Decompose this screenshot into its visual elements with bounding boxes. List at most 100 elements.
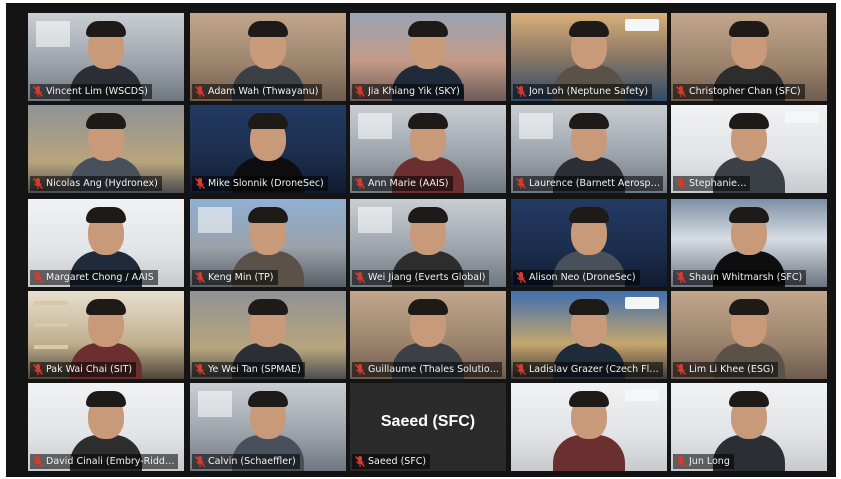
window-decoration	[198, 207, 232, 233]
participant-name: Nicolas Ang (Hydronex)	[46, 178, 158, 189]
mic-muted-icon	[354, 456, 366, 467]
participant-name: Lim Li Khee (ESG)	[689, 364, 774, 375]
mic-muted-icon	[194, 272, 206, 283]
mic-muted-icon	[515, 86, 527, 97]
participant-nameplate: Guillaume (Thales Solutio…	[352, 362, 502, 377]
participant-tile[interactable]: Jia Khiang Yik (SKY)	[350, 13, 506, 101]
video-grid: Vincent Lim (WSCDS) Adam Wah (Thwayanu) Ji…	[6, 3, 836, 477]
bookshelf-decoration	[34, 323, 68, 327]
mic-muted-icon	[675, 364, 687, 375]
participant-video-person	[552, 391, 626, 471]
participant-tile[interactable]: Pak Wai Chai (SIT)	[28, 291, 184, 379]
participant-name: David Cinali (Embry-Ridd…	[46, 456, 175, 467]
mic-muted-icon	[515, 272, 527, 283]
mic-muted-icon	[354, 86, 366, 97]
mic-muted-icon	[194, 364, 206, 375]
participant-nameplate: Calvin (Schaeffler)	[192, 454, 300, 469]
mic-muted-icon	[32, 178, 44, 189]
mic-muted-icon	[675, 272, 687, 283]
participant-nameplate: Ye Wei Tan (SPMAE)	[192, 362, 305, 377]
participant-name: Shaun Whitmarsh (SFC)	[689, 272, 803, 283]
participant-tile[interactable]: Ann Marie (AAIS)	[350, 105, 506, 193]
participant-nameplate: Nicolas Ang (Hydronex)	[30, 176, 162, 191]
participant-tile[interactable]	[511, 383, 667, 471]
participant-tile[interactable]: Stephanie…	[671, 105, 827, 193]
bookshelf-decoration	[34, 301, 68, 305]
participant-nameplate: Ann Marie (AAIS)	[352, 176, 453, 191]
mic-muted-icon	[515, 364, 527, 375]
participant-tile[interactable]: Ladislav Grazer (Czech Fl…	[511, 291, 667, 379]
mic-muted-icon	[32, 86, 44, 97]
participant-nameplate: Christopher Chan (SFC)	[673, 84, 805, 99]
participant-tile[interactable]: Wei Jiang (Everts Global)	[350, 199, 506, 287]
participant-nameplate: Pak Wai Chai (SIT)	[30, 362, 137, 377]
participant-nameplate: Mike Slonnik (DroneSec)	[192, 176, 328, 191]
participant-name: Pak Wai Chai (SIT)	[46, 364, 133, 375]
participant-name: Ladislav Grazer (Czech Fl…	[529, 364, 659, 375]
participant-nameplate: Jia Khiang Yik (SKY)	[352, 84, 464, 99]
mic-muted-icon	[32, 272, 44, 283]
participant-tile[interactable]: Vincent Lim (WSCDS)	[28, 13, 184, 101]
mic-muted-icon	[32, 456, 44, 467]
participant-tile[interactable]: Nicolas Ang (Hydronex)	[28, 105, 184, 193]
participant-nameplate: David Cinali (Embry-Ridd…	[30, 454, 179, 469]
participant-name: Saeed (SFC)	[368, 456, 427, 467]
participant-nameplate: Jun Long	[673, 454, 734, 469]
window-decoration	[198, 391, 232, 417]
participant-name: Calvin (Schaeffler)	[208, 456, 296, 467]
participant-name: Alison Neo (DroneSec)	[529, 272, 636, 283]
participant-name: Mike Slonnik (DroneSec)	[208, 178, 324, 189]
participant-nameplate: Stephanie…	[673, 176, 751, 191]
company-logo	[625, 297, 659, 309]
participant-nameplate: Lim Li Khee (ESG)	[673, 362, 778, 377]
mic-muted-icon	[354, 178, 366, 189]
participant-tile[interactable]: Jun Long	[671, 383, 827, 471]
participant-display-name: Saeed (SFC)	[380, 412, 476, 430]
participant-tile[interactable]: Guillaume (Thales Solutio…	[350, 291, 506, 379]
participant-name: Jun Long	[689, 456, 730, 467]
participant-nameplate: Wei Jiang (Everts Global)	[352, 270, 490, 285]
participant-nameplate: Vincent Lim (WSCDS)	[30, 84, 152, 99]
participant-name: Christopher Chan (SFC)	[689, 86, 801, 97]
participant-nameplate: Laurence (Barnett Aerosp…	[513, 176, 663, 191]
mic-muted-icon	[675, 86, 687, 97]
participant-name: Ye Wei Tan (SPMAE)	[208, 364, 301, 375]
mic-muted-icon	[515, 178, 527, 189]
participant-name: Margaret Chong / AAIS	[46, 272, 154, 283]
participant-tile[interactable]: Ye Wei Tan (SPMAE)	[190, 291, 346, 379]
participant-tile[interactable]: David Cinali (Embry-Ridd…	[28, 383, 184, 471]
mic-muted-icon	[675, 178, 687, 189]
participant-name: Laurence (Barnett Aerosp…	[529, 178, 659, 189]
mic-muted-icon	[194, 456, 206, 467]
participant-name: Jia Khiang Yik (SKY)	[368, 86, 460, 97]
participant-name: Stephanie…	[689, 178, 747, 189]
participant-tile[interactable]: Saeed (SFC) Saeed (SFC)	[350, 383, 506, 471]
participant-name: Ann Marie (AAIS)	[368, 178, 449, 189]
participant-tile[interactable]: Laurence (Barnett Aerosp…	[511, 105, 667, 193]
mic-muted-icon	[194, 86, 206, 97]
participant-name: Vincent Lim (WSCDS)	[46, 86, 148, 97]
company-logo	[625, 389, 659, 401]
mic-muted-icon	[675, 456, 687, 467]
participant-name: Keng Min (TP)	[208, 272, 274, 283]
participant-tile[interactable]: Lim Li Khee (ESG)	[671, 291, 827, 379]
participant-name: Wei Jiang (Everts Global)	[368, 272, 486, 283]
participant-tile[interactable]: Adam Wah (Thwayanu)	[190, 13, 346, 101]
participant-tile[interactable]: Jon Loh (Neptune Safety)	[511, 13, 667, 101]
participant-nameplate: Saeed (SFC)	[352, 454, 431, 469]
participant-tile[interactable]: Christopher Chan (SFC)	[671, 13, 827, 101]
participant-nameplate: Adam Wah (Thwayanu)	[192, 84, 323, 99]
mic-muted-icon	[354, 272, 366, 283]
participant-tile[interactable]: Keng Min (TP)	[190, 199, 346, 287]
mic-muted-icon	[354, 364, 366, 375]
participant-tile[interactable]: Shaun Whitmarsh (SFC)	[671, 199, 827, 287]
participant-name: Adam Wah (Thwayanu)	[208, 86, 319, 97]
mic-muted-icon	[32, 364, 44, 375]
participant-name: Guillaume (Thales Solutio…	[368, 364, 498, 375]
participant-tile[interactable]: Alison Neo (DroneSec)	[511, 199, 667, 287]
participant-nameplate: Shaun Whitmarsh (SFC)	[673, 270, 807, 285]
participant-tile[interactable]: Margaret Chong / AAIS	[28, 199, 184, 287]
participant-tile[interactable]: Mike Slonnik (DroneSec)	[190, 105, 346, 193]
window-decoration	[519, 113, 553, 139]
participant-tile[interactable]: Calvin (Schaeffler)	[190, 383, 346, 471]
